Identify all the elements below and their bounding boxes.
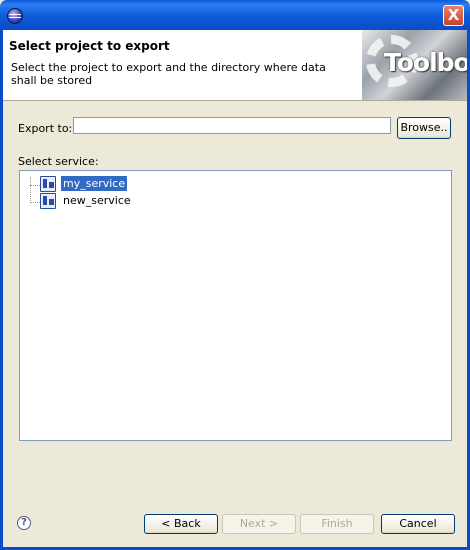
service-tree[interactable]: my_service new_service (19, 170, 452, 441)
back-button[interactable]: < Back (144, 514, 218, 534)
close-button[interactable]: X (443, 5, 464, 26)
tree-item-label: my_service (61, 176, 128, 191)
tree-item-label: new_service (63, 194, 131, 207)
page-description: Select the project to export and the dir… (11, 61, 326, 87)
window-frame-left (0, 30, 3, 550)
page-title: Select project to export (9, 39, 170, 53)
next-button[interactable]: Next > (222, 514, 296, 534)
select-service-label: Select service: (18, 155, 99, 168)
finish-button[interactable]: Finish (300, 514, 374, 534)
title-bar: X (0, 0, 470, 30)
toolbox-banner-image: Toolbox (362, 30, 467, 100)
wizard-header: Select project to export Select the proj… (3, 30, 467, 101)
tree-connector-line (30, 177, 31, 201)
cancel-button[interactable]: Cancel (381, 514, 455, 534)
service-icon (40, 176, 56, 192)
browse-button[interactable]: Browse.. (397, 117, 451, 139)
service-icon (40, 193, 56, 209)
toolbox-logo-text: Toolbox (384, 48, 467, 77)
help-icon[interactable]: ? (17, 516, 31, 530)
eclipse-app-icon (7, 8, 23, 24)
export-path-input[interactable] (73, 117, 391, 134)
export-to-label: Export to: (18, 122, 73, 135)
